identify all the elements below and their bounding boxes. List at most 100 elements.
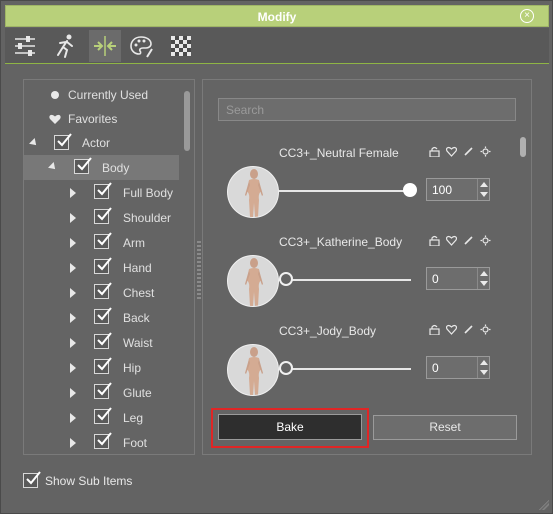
stepper-up-icon[interactable] [480, 182, 488, 187]
tab-material[interactable] [125, 30, 157, 62]
tree-item-arm[interactable]: Arm [24, 230, 179, 255]
morph-value-stepper[interactable]: 0 [426, 267, 490, 290]
dot-icon [51, 91, 59, 99]
edit-pencil-icon[interactable] [463, 324, 474, 335]
tree-item-leg[interactable]: Leg [24, 405, 179, 430]
tree-item-full-body[interactable]: Full Body [24, 180, 179, 205]
body-checkbox[interactable] [74, 157, 92, 174]
morph-list-scrollbar[interactable] [520, 137, 526, 157]
expand-arrow-icon[interactable] [70, 213, 76, 223]
collapse-arrow-icon[interactable] [48, 162, 58, 172]
item-checkbox[interactable] [94, 432, 112, 449]
stepper-up-icon[interactable] [480, 360, 488, 365]
morph-value-stepper[interactable]: 0 [426, 356, 490, 379]
morph-value[interactable]: 100 [432, 183, 452, 197]
tree-item-currently-used[interactable]: Currently Used [24, 83, 179, 108]
favorite-heart-icon[interactable] [446, 146, 457, 157]
morph-name: CC3+_Jody_Body [279, 324, 377, 338]
tree-scrollbar[interactable] [184, 91, 190, 151]
expand-arrow-icon[interactable] [70, 313, 76, 323]
expand-arrow-icon[interactable] [70, 188, 76, 198]
stepper-up-icon[interactable] [480, 271, 488, 276]
lock-icon[interactable] [429, 146, 440, 157]
body-figure-icon [245, 169, 263, 217]
expand-arrow-icon[interactable] [70, 263, 76, 273]
title-bar[interactable]: Modify × [5, 5, 549, 27]
morph-slider-knob[interactable] [403, 183, 417, 197]
tab-sliders[interactable] [9, 30, 41, 62]
reset-button[interactable]: Reset [373, 415, 517, 440]
expand-arrow-icon[interactable] [70, 388, 76, 398]
stepper-down-icon[interactable] [480, 192, 488, 197]
expand-arrow-icon[interactable] [70, 338, 76, 348]
bake-button[interactable]: Bake [218, 414, 362, 440]
tree-item-label: Waist [123, 336, 153, 350]
settings-icon[interactable] [480, 146, 491, 157]
tree-item-body[interactable]: Body [24, 155, 179, 180]
tree-item-glute[interactable]: Glute [24, 380, 179, 405]
resize-grip[interactable] [539, 500, 549, 510]
item-checkbox[interactable] [94, 382, 112, 399]
show-sub-items-checkbox[interactable] [23, 471, 41, 488]
tree-item-foot[interactable]: Foot [24, 430, 179, 454]
expand-arrow-icon[interactable] [70, 438, 76, 448]
collapse-arrow-icon[interactable] [29, 138, 39, 148]
item-checkbox[interactable] [94, 357, 112, 374]
lock-icon[interactable] [429, 324, 440, 335]
settings-icon[interactable] [480, 324, 491, 335]
morph-thumbnail [227, 255, 279, 307]
morph-slider-track[interactable] [279, 368, 411, 370]
item-checkbox[interactable] [94, 232, 112, 249]
close-icon[interactable]: × [520, 9, 534, 23]
item-checkbox[interactable] [94, 282, 112, 299]
tree-item-hand[interactable]: Hand [24, 255, 179, 280]
morph-slider-knob[interactable] [279, 361, 293, 375]
stepper-buttons [477, 179, 489, 200]
expand-arrow-icon[interactable] [70, 288, 76, 298]
item-checkbox[interactable] [94, 307, 112, 324]
expand-arrow-icon[interactable] [70, 413, 76, 423]
item-checkbox[interactable] [94, 207, 112, 224]
stepper-down-icon[interactable] [480, 370, 488, 375]
checker-texture-icon [171, 36, 191, 56]
item-checkbox[interactable] [94, 257, 112, 274]
favorite-heart-icon[interactable] [446, 324, 457, 335]
morph-value[interactable]: 0 [432, 272, 439, 286]
actor-checkbox[interactable] [54, 133, 72, 150]
search-input[interactable] [218, 98, 516, 121]
expand-arrow-icon[interactable] [70, 363, 76, 373]
tree-item-hip[interactable]: Hip [24, 355, 179, 380]
tree-item-favorites[interactable]: Favorites [24, 107, 179, 132]
tree-item-label: Favorites [68, 112, 118, 126]
motion-pose-icon [57, 34, 73, 58]
tree-item-shoulder[interactable]: Shoulder [24, 205, 179, 230]
morph-icon [94, 36, 116, 56]
tree-item-label: Shoulder [123, 211, 172, 225]
lock-icon[interactable] [429, 235, 440, 246]
item-checkbox[interactable] [94, 332, 112, 349]
settings-icon[interactable] [480, 235, 491, 246]
tree-item-back[interactable]: Back [24, 305, 179, 330]
morph-slider-track[interactable] [279, 279, 411, 281]
tab-texture[interactable] [165, 30, 197, 62]
item-checkbox[interactable] [94, 407, 112, 424]
tab-motion[interactable] [49, 30, 81, 62]
morph-slider-track[interactable] [279, 190, 411, 192]
splitter-handle[interactable] [197, 241, 201, 301]
edit-pencil-icon[interactable] [463, 146, 474, 157]
tree-item-actor[interactable]: Actor [24, 131, 179, 156]
stepper-down-icon[interactable] [480, 281, 488, 286]
tree-item-chest[interactable]: Chest [24, 280, 179, 305]
item-checkbox[interactable] [94, 182, 112, 199]
morph-slider-knob[interactable] [279, 272, 293, 286]
tree-item-waist[interactable]: Waist [24, 330, 179, 355]
favorite-heart-icon[interactable] [446, 235, 457, 246]
morph-value[interactable]: 0 [432, 361, 439, 375]
morph-value-stepper[interactable]: 100 [426, 178, 490, 201]
morph-actions [429, 235, 491, 246]
edit-pencil-icon[interactable] [463, 235, 474, 246]
tree-item-label: Currently Used [68, 88, 149, 102]
tab-morph[interactable] [89, 30, 121, 62]
expand-arrow-icon[interactable] [70, 238, 76, 248]
window-title: Modify [257, 10, 297, 24]
